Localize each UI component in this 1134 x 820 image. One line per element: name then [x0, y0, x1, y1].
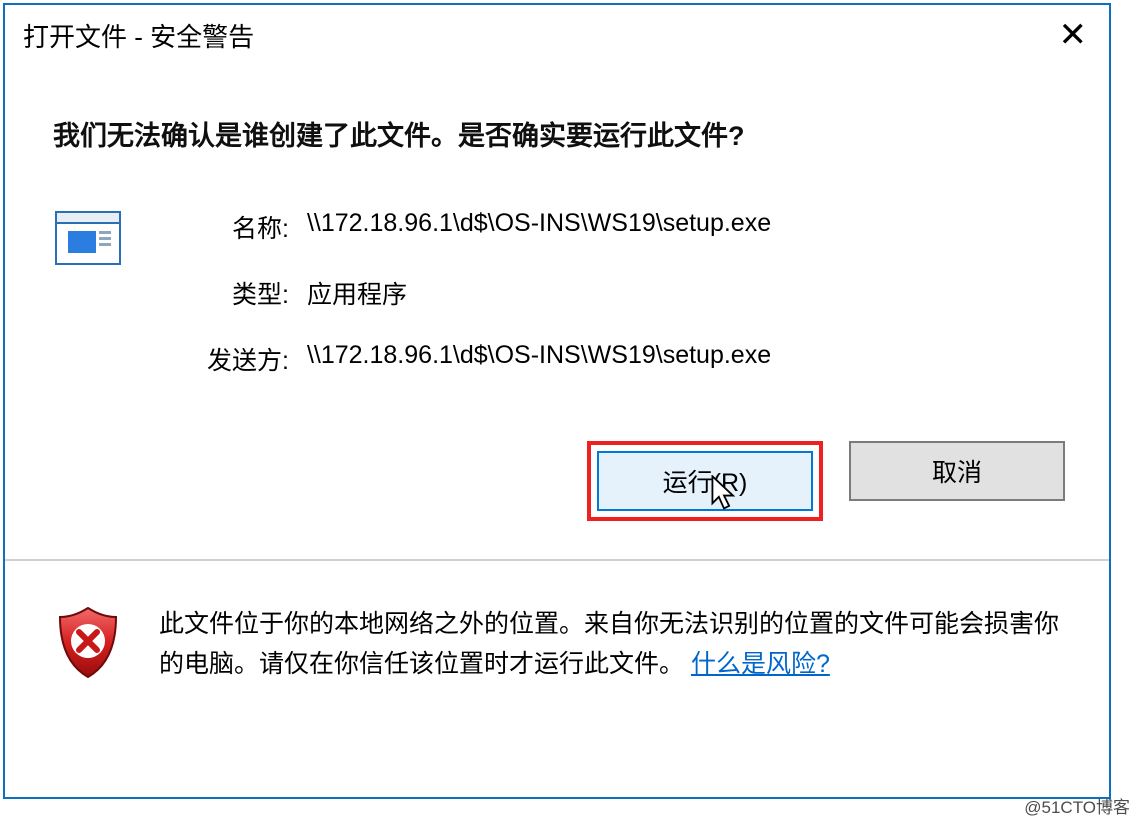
run-button-label: 运行(R) — [663, 463, 748, 499]
window-title: 打开文件 - 安全警告 — [23, 17, 254, 54]
headline-text: 我们无法确认是谁创建了此文件。是否确实要运行此文件? — [53, 114, 1065, 153]
titlebar: 打开文件 - 安全警告 ✕ — [5, 5, 1109, 66]
application-icon — [55, 211, 121, 265]
name-value: \\172.18.96.1\d$\OS-INS\WS19\setup.exe — [307, 209, 771, 245]
watermark: @51CTO博客 — [1024, 793, 1130, 818]
dialog-body: 我们无法确认是谁创建了此文件。是否确实要运行此文件? 名称: \\172.18.… — [5, 66, 1109, 397]
run-button-highlight: 运行(R) — [587, 441, 823, 521]
file-info-section: 名称: \\172.18.96.1\d$\OS-INS\WS19\setup.e… — [53, 209, 1065, 377]
risk-link[interactable]: 什么是风险? — [691, 650, 830, 678]
footer-section: 此文件位于你的本地网络之外的位置。来自你无法识别的位置的文件可能会损害你的电脑。… — [5, 561, 1109, 686]
cancel-button[interactable]: 取消 — [849, 441, 1065, 501]
shield-warning-icon — [53, 605, 123, 686]
footer-text: 此文件位于你的本地网络之外的位置。来自你无法识别的位置的文件可能会损害你的电脑。… — [159, 605, 1065, 686]
type-label: 类型: — [207, 275, 289, 311]
button-row: 运行(R) 取消 — [5, 397, 1109, 559]
from-label: 发送方: — [207, 341, 289, 377]
footer-message: 此文件位于你的本地网络之外的位置。来自你无法识别的位置的文件可能会损害你的电脑。… — [159, 610, 1059, 678]
run-button[interactable]: 运行(R) — [597, 451, 813, 511]
name-label: 名称: — [207, 209, 289, 245]
type-value: 应用程序 — [307, 275, 771, 311]
cancel-button-label: 取消 — [932, 453, 982, 489]
from-value: \\172.18.96.1\d$\OS-INS\WS19\setup.exe — [307, 341, 771, 377]
close-icon[interactable]: ✕ — [1047, 14, 1100, 56]
security-warning-dialog: 打开文件 - 安全警告 ✕ 我们无法确认是谁创建了此文件。是否确实要运行此文件?… — [3, 3, 1111, 799]
file-fields: 名称: \\172.18.96.1\d$\OS-INS\WS19\setup.e… — [207, 209, 771, 377]
